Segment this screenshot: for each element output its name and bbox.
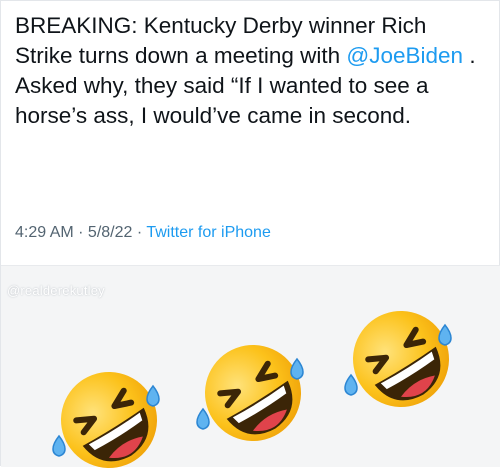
tweet-source-link[interactable]: Twitter for iPhone	[146, 224, 271, 241]
tweet-time[interactable]: 4:29 AM	[15, 224, 74, 241]
rofl-emoji-icon	[344, 311, 452, 407]
meta-separator: ·	[132, 224, 147, 241]
tweet-date[interactable]: 5/8/22	[88, 224, 132, 241]
tweet-card: BREAKING: Kentucky Derby winner Rich Str…	[0, 0, 500, 468]
tweet-text: BREAKING: Kentucky Derby winner Rich Str…	[15, 11, 485, 131]
tweet-metadata: 4:29 AM · 5/8/22 · Twitter for iPhone	[15, 224, 271, 242]
watermark: @realderekutley	[7, 283, 105, 298]
rofl-emoji-icon	[196, 345, 304, 441]
meta-separator: ·	[73, 224, 88, 241]
mention-link[interactable]: @JoeBiden	[346, 43, 463, 68]
rofl-emoji-icon	[52, 372, 160, 468]
